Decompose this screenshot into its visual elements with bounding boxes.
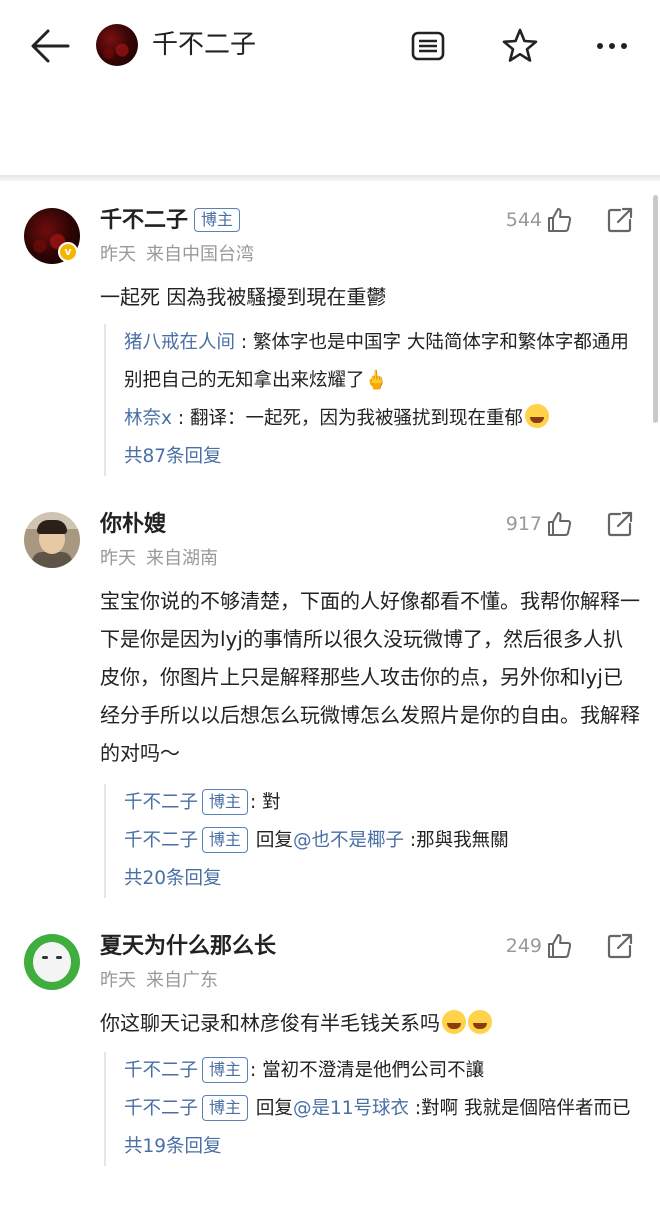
- thumbs-up-icon[interactable]: [545, 206, 573, 234]
- more-replies-link[interactable]: 共20条回复: [124, 860, 644, 898]
- document-list-icon[interactable]: [408, 26, 448, 66]
- top-bar: 千不二子: [0, 0, 660, 92]
- page-title: 千不二子: [152, 30, 257, 60]
- reply-line: 千不二子 博主 回复@也不是椰子 :那與我無關: [124, 822, 644, 860]
- reply-line: 猪八戒在人间 : 繁体字也是中国字 大陆简体字和繁体字都通用 别把自己的无知拿出…: [124, 332, 629, 391]
- comment-author[interactable]: 夏天为什么那么长: [100, 932, 276, 962]
- header-divider: [0, 175, 660, 181]
- comment-text: 一起死 因為我被騷擾到現在重鬱: [100, 285, 387, 309]
- comment-text: 你这聊天记录和林彦俊有半毛钱关系吗: [100, 1004, 640, 1042]
- thumbs-up-icon[interactable]: [545, 510, 573, 538]
- more-replies-link[interactable]: 共87条回复: [124, 438, 644, 476]
- comment-meta: 昨天 来自中国台湾: [100, 244, 254, 265]
- avatar[interactable]: [24, 934, 80, 990]
- reply-line: 千不二子 博主: 對: [124, 784, 644, 822]
- scrollbar-thumb[interactable]: [653, 195, 658, 423]
- more-dots-icon[interactable]: [592, 26, 632, 66]
- reply-box[interactable]: 猪八戒在人间 : 繁体字也是中国字 大陆简体字和繁体字都通用 别把自己的无知拿出…: [104, 324, 644, 476]
- more-replies-link[interactable]: 共19条回复: [124, 1128, 644, 1166]
- share-icon[interactable]: [606, 932, 634, 960]
- reply-line: 千不二子 博主: 當初不澄清是他們公司不讓: [124, 1052, 644, 1090]
- back-arrow-icon[interactable]: [28, 26, 72, 66]
- comment-meta: 昨天 来自广东: [100, 970, 218, 991]
- author-tag: 博主: [194, 208, 241, 232]
- share-icon[interactable]: [606, 510, 634, 538]
- thumbs-up-icon[interactable]: [545, 932, 573, 960]
- comment-author[interactable]: 千不二子 博主: [100, 206, 241, 236]
- reply-box[interactable]: 千不二子 博主: 當初不澄清是他們公司不讓 千不二子 博主 回复@是11号球衣 :對…: [104, 1052, 644, 1166]
- like-count: 544: [505, 209, 542, 231]
- reply-line: 林奈x : 翻译：一起死，因为我被骚扰到现在重郁: [124, 400, 644, 438]
- verified-badge-icon: v: [58, 242, 78, 262]
- like-count: 249: [505, 935, 542, 957]
- reply-line: 千不二子 博主 回复@是11号球衣 :對啊 我就是個陪伴者而已: [124, 1090, 644, 1128]
- reply-box[interactable]: 千不二子 博主: 對 千不二子 博主 回复@也不是椰子 :那與我無關 共20条回复: [104, 784, 644, 898]
- header-avatar[interactable]: [96, 24, 138, 66]
- share-icon[interactable]: [606, 206, 634, 234]
- avatar[interactable]: [24, 512, 80, 568]
- comment-text: 宝宝你说的不够清楚，下面的人好像都看不懂。我帮你解释一下是你是因为lyj的事情所…: [100, 589, 640, 765]
- comment-author[interactable]: 你朴嫂: [100, 510, 166, 540]
- star-icon[interactable]: [500, 26, 540, 66]
- laugh-cry-emoji-icon: [442, 1010, 466, 1034]
- emoji-icon: [524, 404, 549, 428]
- like-count: 917: [505, 513, 542, 535]
- laugh-cry-emoji-icon: [468, 1010, 492, 1034]
- comment-meta: 昨天 来自湖南: [100, 548, 218, 569]
